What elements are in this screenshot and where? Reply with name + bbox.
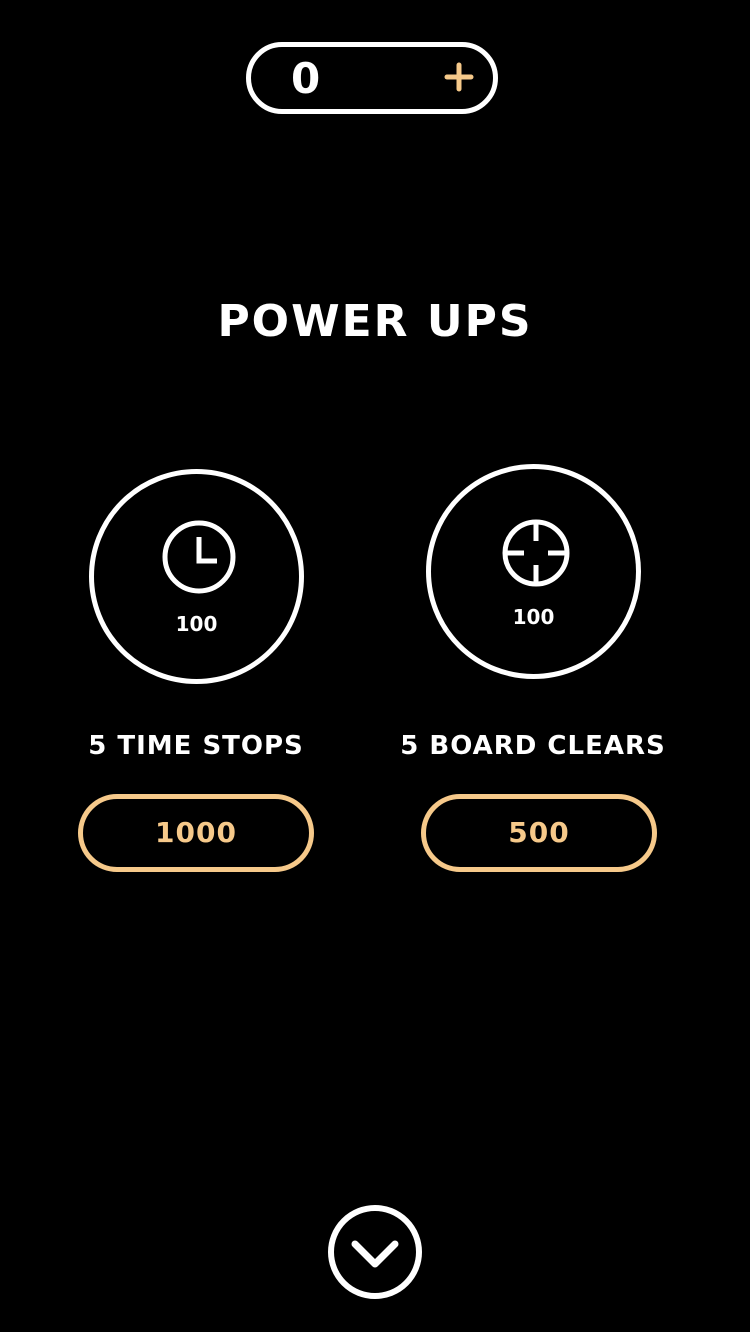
powerup-count: 100 [175,612,218,636]
powerup-label: 5 TIME STOPS [88,731,304,761]
board-clear-powerup[interactable]: 100 [426,464,641,679]
coin-count: 0 [291,54,321,103]
plus-icon[interactable] [439,57,479,97]
buy-board-clears-button[interactable]: 500 [421,794,657,872]
time-stop-powerup[interactable]: 100 [89,469,304,684]
powerup-label: 5 BOARD CLEARS [400,731,666,761]
powerup-count: 100 [512,605,555,629]
buy-time-stops-button[interactable]: 1000 [78,794,314,872]
coin-balance-pill: 0 [246,42,498,114]
chevron-down-icon[interactable] [327,1204,423,1300]
crosshair-icon [502,519,570,587]
clock-icon [162,520,236,594]
page-title: POWER UPS [217,296,533,347]
